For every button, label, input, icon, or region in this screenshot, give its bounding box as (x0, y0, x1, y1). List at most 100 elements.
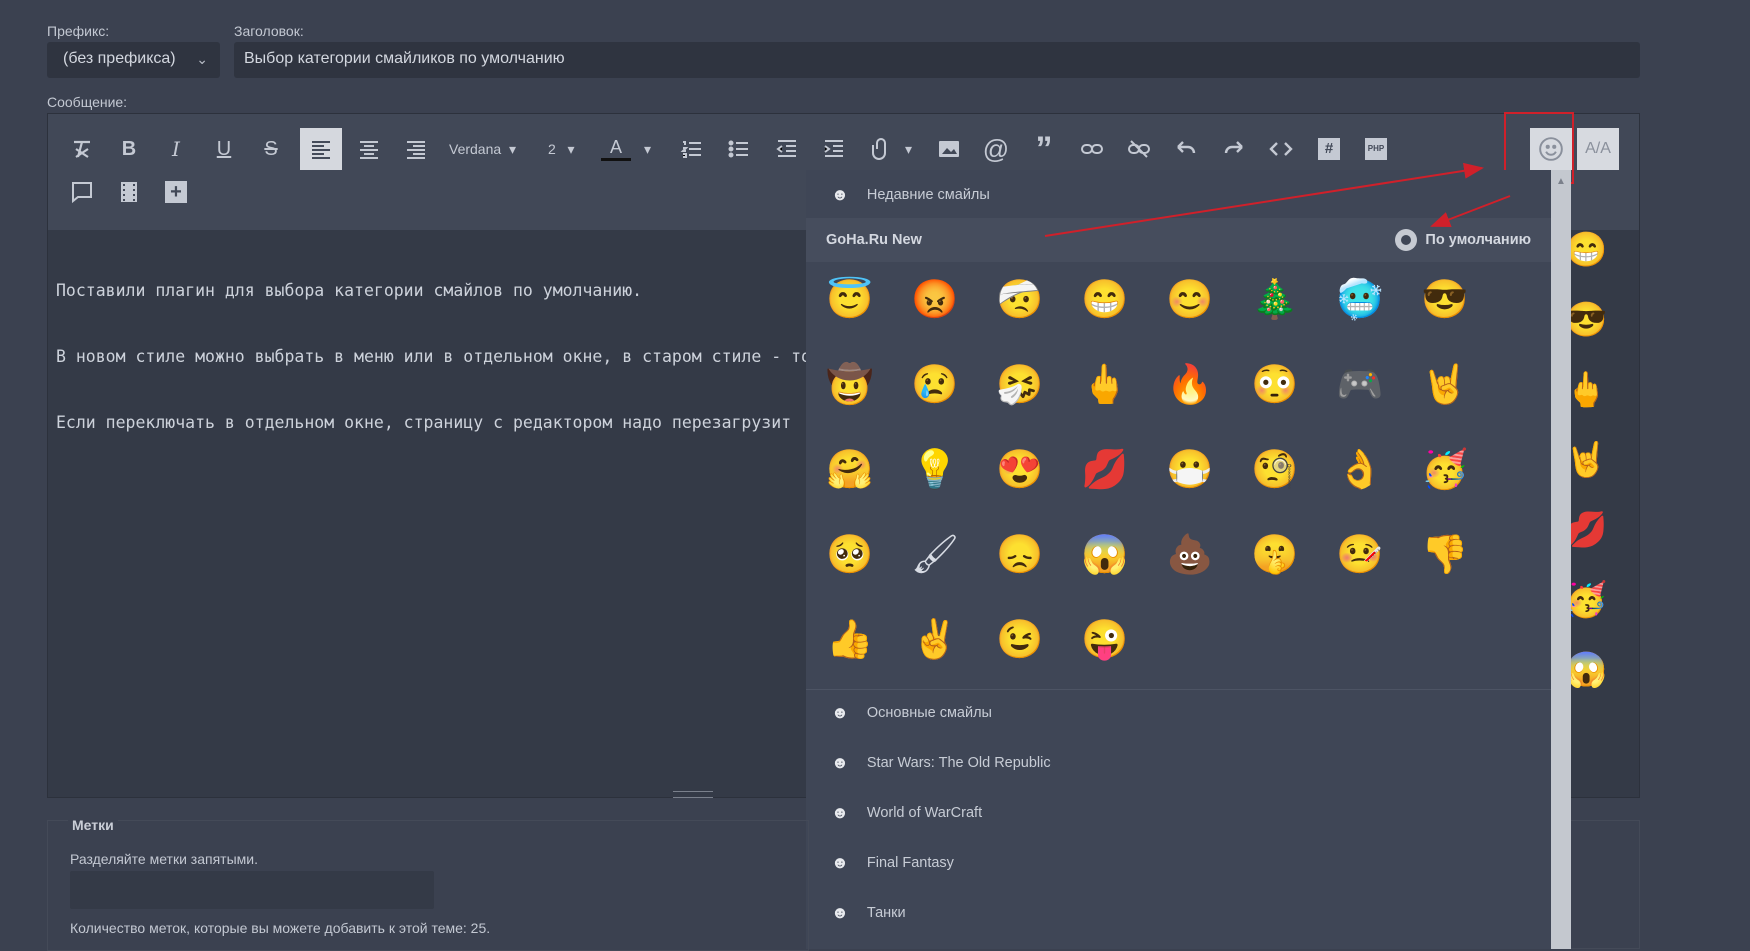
attachment-dropdown[interactable]: ▾ (905, 128, 912, 170)
link-icon[interactable] (1071, 128, 1113, 170)
emoji-item[interactable]: 🖕 (1081, 363, 1128, 407)
bold-icon[interactable]: B (108, 128, 150, 170)
smiley-icon: ☻ (831, 703, 849, 722)
redo-icon[interactable] (1213, 128, 1255, 170)
default-category-radio[interactable]: По умолчанию (1395, 229, 1531, 251)
emoji-item[interactable]: 💩 (1166, 533, 1213, 577)
emoji-item[interactable]: 💡 (911, 448, 958, 492)
remove-format-icon[interactable] (61, 128, 103, 170)
align-center-icon[interactable] (348, 128, 390, 170)
emoji-item[interactable]: 🥶 (1336, 278, 1383, 322)
emoji-item[interactable]: 😍 (996, 448, 1043, 492)
scrollbar[interactable] (1551, 170, 1571, 949)
smilie[interactable]: 🤘 (1565, 440, 1607, 480)
emoji-item[interactable]: 💋 (1081, 448, 1128, 492)
emoji-item[interactable]: 😷 (1166, 448, 1213, 492)
ordered-list-icon[interactable] (671, 128, 713, 170)
code-icon[interactable] (1260, 128, 1302, 170)
emoji-item[interactable]: 😇 (826, 278, 873, 322)
font-size-select[interactable]: 2 ▾ (548, 128, 575, 170)
smiley-icon: ☻ (831, 853, 849, 872)
emoji-item[interactable]: 😡 (911, 278, 958, 322)
emoji-item[interactable]: 🤕 (996, 278, 1043, 322)
emoji-item[interactable]: 🎮 (1336, 363, 1383, 407)
emoji-item[interactable]: 🥺 (826, 533, 873, 577)
font-family-select[interactable]: Verdana ▾ (449, 128, 516, 170)
emoji-item[interactable]: 😉 (996, 618, 1043, 662)
insert-more-icon[interactable]: + (155, 171, 197, 213)
emoji-item[interactable]: 👎 (1421, 533, 1468, 577)
prefix-select[interactable]: (без префикса) ⌄ (47, 42, 220, 78)
emoji-item[interactable]: 🤒 (1336, 533, 1383, 577)
text-color-icon[interactable]: A (601, 128, 631, 170)
undo-icon[interactable] (1165, 128, 1207, 170)
emoji-item[interactable]: 👍 (826, 618, 873, 662)
outdent-icon[interactable] (766, 128, 808, 170)
emoji-item[interactable]: 🤧 (996, 363, 1043, 407)
emoji-item[interactable]: 😳 (1251, 363, 1298, 407)
emoji-item[interactable]: 🖌 (911, 533, 959, 577)
title-input[interactable]: Выбор категории смайликов по умолчанию (234, 42, 1640, 78)
underline-icon[interactable]: U (203, 128, 245, 170)
align-right-icon[interactable] (395, 128, 437, 170)
prefix-label: Префикс: (47, 23, 110, 39)
emoji-item[interactable]: 😜 (1081, 618, 1128, 662)
emoji-item[interactable]: 🤫 (1251, 533, 1298, 577)
strikethrough-icon[interactable]: S (250, 128, 292, 170)
mention-icon[interactable]: @ (975, 128, 1017, 170)
italic-icon[interactable]: I (155, 128, 197, 170)
smilie[interactable]: 😱 (1565, 650, 1607, 690)
message-textarea[interactable]: Поставили плагин для выбора категории см… (56, 236, 856, 478)
emoji-item[interactable]: 🥳 (1421, 448, 1468, 492)
emoji-item[interactable]: 😊 (1166, 278, 1213, 322)
resize-handle[interactable] (673, 791, 713, 798)
smilie[interactable]: 🥳 (1565, 580, 1607, 620)
scroll-up-arrow[interactable]: ▲ (1553, 176, 1569, 190)
emoji-item[interactable]: 😎 (1421, 278, 1468, 322)
emoji-item[interactable]: 😁 (1081, 278, 1128, 322)
emoji-item[interactable]: 🤘 (1421, 363, 1468, 407)
quote-icon[interactable]: ” (1023, 128, 1065, 170)
message-label: Сообщение: (47, 94, 128, 110)
emoji-item[interactable]: 🔥 (1166, 363, 1213, 407)
unlink-icon[interactable] (1118, 128, 1160, 170)
emoji-item[interactable]: 👌 (1336, 448, 1383, 492)
php-code-icon[interactable]: PHP (1355, 128, 1397, 170)
emoji-item[interactable]: 🎄 (1251, 278, 1298, 322)
smiley-icon: ☻ (831, 803, 849, 822)
emoji-item[interactable]: 😢 (911, 363, 958, 407)
message-line: Если переключать в отдельном окне, стран… (56, 413, 792, 432)
translit-button[interactable]: A/A (1577, 128, 1619, 170)
emoji-item[interactable]: 🤠 (826, 363, 873, 407)
smilie[interactable]: 🖕 (1565, 370, 1607, 410)
smilie[interactable]: 😁 (1565, 230, 1607, 270)
emoji-item[interactable]: 😱 (1081, 533, 1128, 577)
attachment-icon[interactable] (860, 128, 902, 170)
tags-section-edge (1571, 820, 1640, 949)
smiley-icon: ☻ (831, 903, 849, 922)
bullet-list-icon[interactable] (718, 128, 760, 170)
category-item[interactable]: ☻ World of WarCraft (806, 790, 1551, 836)
category-item[interactable]: ☻ Танки (806, 890, 1551, 936)
category-header: GoHa.Ru New По умолчанию (806, 218, 1551, 262)
emoji-item[interactable]: 🧐 (1251, 448, 1298, 492)
category-item[interactable]: ☻ Основные смайлы (806, 690, 1551, 736)
media-icon[interactable] (108, 171, 150, 213)
smilie[interactable]: 😎 (1565, 300, 1607, 340)
indent-icon[interactable] (813, 128, 855, 170)
category-item[interactable]: ☻ Star Wars: The Old Republic (806, 740, 1551, 786)
hashtag-icon[interactable]: # (1308, 128, 1350, 170)
emoji-item[interactable]: 😞 (996, 533, 1043, 577)
text-color-dropdown[interactable]: ▾ (644, 128, 651, 170)
emoji-item[interactable]: ✌ (911, 618, 958, 662)
align-left-icon[interactable] (300, 128, 342, 170)
category-recent[interactable]: ☻ Недавние смайлы (806, 172, 1551, 218)
chevron-down-icon: ⌄ (196, 51, 208, 67)
image-icon[interactable] (928, 128, 970, 170)
category-item[interactable]: ☻ Final Fantasy (806, 840, 1551, 886)
comment-icon[interactable] (61, 171, 103, 213)
emoji-item[interactable]: 🤗 (826, 448, 873, 492)
tags-input[interactable] (70, 871, 434, 909)
smilie[interactable]: 💋 (1565, 510, 1607, 550)
prefix-value: (без префикса) (63, 50, 176, 67)
